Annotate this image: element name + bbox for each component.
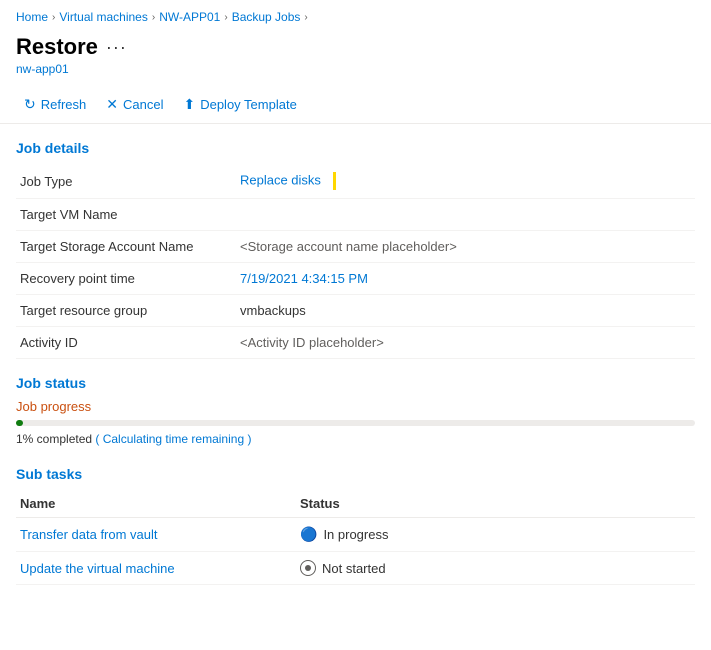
table-row: Job Type Replace disks (16, 164, 695, 199)
chevron-icon: › (152, 12, 155, 23)
progress-bar-fill (16, 420, 23, 426)
target-rg-label: Target resource group (16, 295, 236, 327)
status-bar-indicator (333, 172, 336, 190)
table-row: Recovery point time 7/19/2021 4:34:15 PM (16, 263, 695, 295)
inprogress-icon: 🔵 (300, 526, 317, 543)
page-subtitle: nw-app01 (16, 62, 695, 76)
subtasks-title: Sub tasks (16, 466, 695, 482)
job-details-title: Job details (16, 140, 695, 156)
breadcrumb-home[interactable]: Home (16, 10, 48, 24)
subtasks-col-name: Name (16, 490, 296, 518)
refresh-label: Refresh (41, 97, 87, 112)
table-row: Activity ID <Activity ID placeholder> (16, 327, 695, 359)
table-row: Transfer data from vault 🔵 In progress (16, 518, 695, 552)
job-status-section: Job status Job progress 1% completed ( C… (0, 359, 711, 446)
notstarted-icon (300, 560, 316, 576)
deploy-template-button[interactable]: ⬆ Deploy Template (175, 92, 304, 117)
more-options-icon[interactable]: ··· (106, 37, 127, 58)
inprogress-label: In progress (323, 527, 388, 542)
progress-bar-container (16, 420, 695, 426)
cancel-icon: ✕ (106, 96, 118, 113)
recovery-time-text: 7/19/2021 4:34:15 PM (240, 271, 368, 286)
subtasks-header-row: Name Status (16, 490, 695, 518)
chevron-icon: › (304, 12, 307, 23)
recovery-point-label: Recovery point time (16, 263, 236, 295)
subtask-transfer-name[interactable]: Transfer data from vault (16, 518, 296, 552)
progress-calc-text: ( Calculating time remaining ) (95, 432, 251, 446)
breadcrumb-backupjobs[interactable]: Backup Jobs (232, 10, 301, 24)
target-rg-value: vmbackups (236, 295, 695, 327)
subtask-transfer-status: 🔵 In progress (296, 518, 695, 552)
job-details-section: Job details Job Type Replace disks Targe… (0, 124, 711, 359)
table-row: Target VM Name (16, 199, 695, 231)
notstarted-label: Not started (322, 561, 386, 576)
recovery-point-value: 7/19/2021 4:34:15 PM (236, 263, 695, 295)
deploy-icon: ⬆ (183, 96, 195, 113)
subtask-update-status: Not started (296, 552, 695, 585)
subtasks-table: Name Status Transfer data from vault 🔵 I… (16, 490, 695, 585)
target-storage-label: Target Storage Account Name (16, 231, 236, 263)
target-vm-value (236, 199, 695, 231)
table-row: Target Storage Account Name <Storage acc… (16, 231, 695, 263)
cancel-button[interactable]: ✕ Cancel (98, 92, 171, 117)
status-cell-inprogress: 🔵 In progress (300, 526, 691, 543)
chevron-icon: › (52, 12, 55, 23)
cancel-label: Cancel (123, 97, 163, 112)
job-type-text: Replace disks (240, 172, 321, 187)
storage-placeholder: <Storage account name placeholder> (240, 239, 457, 254)
subtask-update-name[interactable]: Update the virtual machine (16, 552, 296, 585)
job-progress-label: Job progress (16, 399, 695, 414)
job-type-value: Replace disks (236, 164, 695, 199)
target-vm-label: Target VM Name (16, 199, 236, 231)
breadcrumb: Home › Virtual machines › NW-APP01 › Bac… (0, 0, 711, 30)
table-row: Target resource group vmbackups (16, 295, 695, 327)
breadcrumb-nwapp01[interactable]: NW-APP01 (159, 10, 220, 24)
chevron-icon: › (224, 12, 227, 23)
activity-id-value: <Activity ID placeholder> (236, 327, 695, 359)
job-status-title: Job status (16, 375, 695, 391)
refresh-button[interactable]: ↻ Refresh (16, 92, 94, 117)
page-header: Restore ··· nw-app01 (0, 30, 711, 76)
activity-id-label: Activity ID (16, 327, 236, 359)
breadcrumb-vms[interactable]: Virtual machines (59, 10, 148, 24)
progress-text: 1% completed ( Calculating time remainin… (16, 432, 695, 446)
subtasks-section: Sub tasks Name Status Transfer data from… (0, 446, 711, 585)
refresh-icon: ↻ (24, 96, 36, 113)
page-title: Restore (16, 34, 98, 60)
job-type-label: Job Type (16, 164, 236, 199)
subtasks-col-status: Status (296, 490, 695, 518)
activity-id-placeholder: <Activity ID placeholder> (240, 335, 384, 350)
table-row: Update the virtual machine Not started (16, 552, 695, 585)
status-cell-notstarted: Not started (300, 560, 691, 576)
job-details-table: Job Type Replace disks Target VM Name Ta… (16, 164, 695, 359)
target-storage-value: <Storage account name placeholder> (236, 231, 695, 263)
progress-percent-text: 1% completed (16, 432, 92, 446)
toolbar: ↻ Refresh ✕ Cancel ⬆ Deploy Template (0, 86, 711, 124)
deploy-template-label: Deploy Template (200, 97, 297, 112)
